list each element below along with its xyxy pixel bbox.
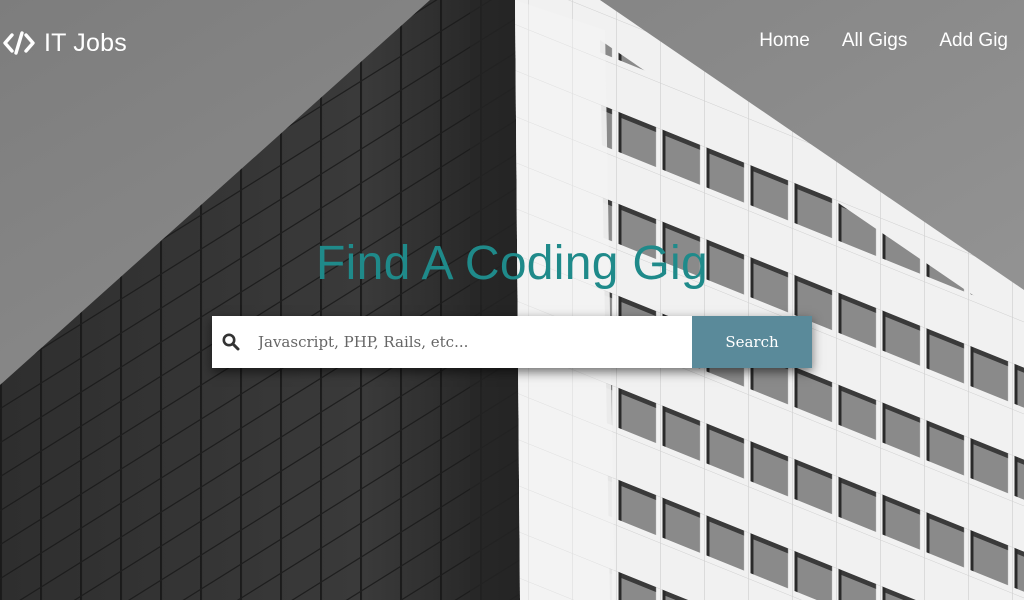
hero-title: Find A Coding Gig bbox=[315, 237, 708, 290]
search-input[interactable] bbox=[256, 321, 692, 363]
hero-background-image bbox=[0, 0, 1024, 600]
search-box bbox=[212, 316, 692, 368]
brand-logo[interactable]: IT Jobs bbox=[2, 27, 127, 59]
search-icon bbox=[222, 333, 240, 351]
search-button[interactable]: Search bbox=[692, 316, 812, 368]
nav-link-home[interactable]: Home bbox=[759, 30, 810, 52]
nav-link-add-gig[interactable]: Add Gig bbox=[939, 30, 1008, 52]
nav-link-all-gigs[interactable]: All Gigs bbox=[842, 30, 907, 52]
site-header: IT Jobs Home All Gigs Add Gig bbox=[0, 0, 1024, 84]
main-nav: Home All Gigs Add Gig bbox=[759, 30, 1008, 52]
code-icon bbox=[3, 31, 35, 55]
search-form: Search bbox=[212, 316, 812, 368]
brand-name: IT Jobs bbox=[44, 28, 127, 57]
